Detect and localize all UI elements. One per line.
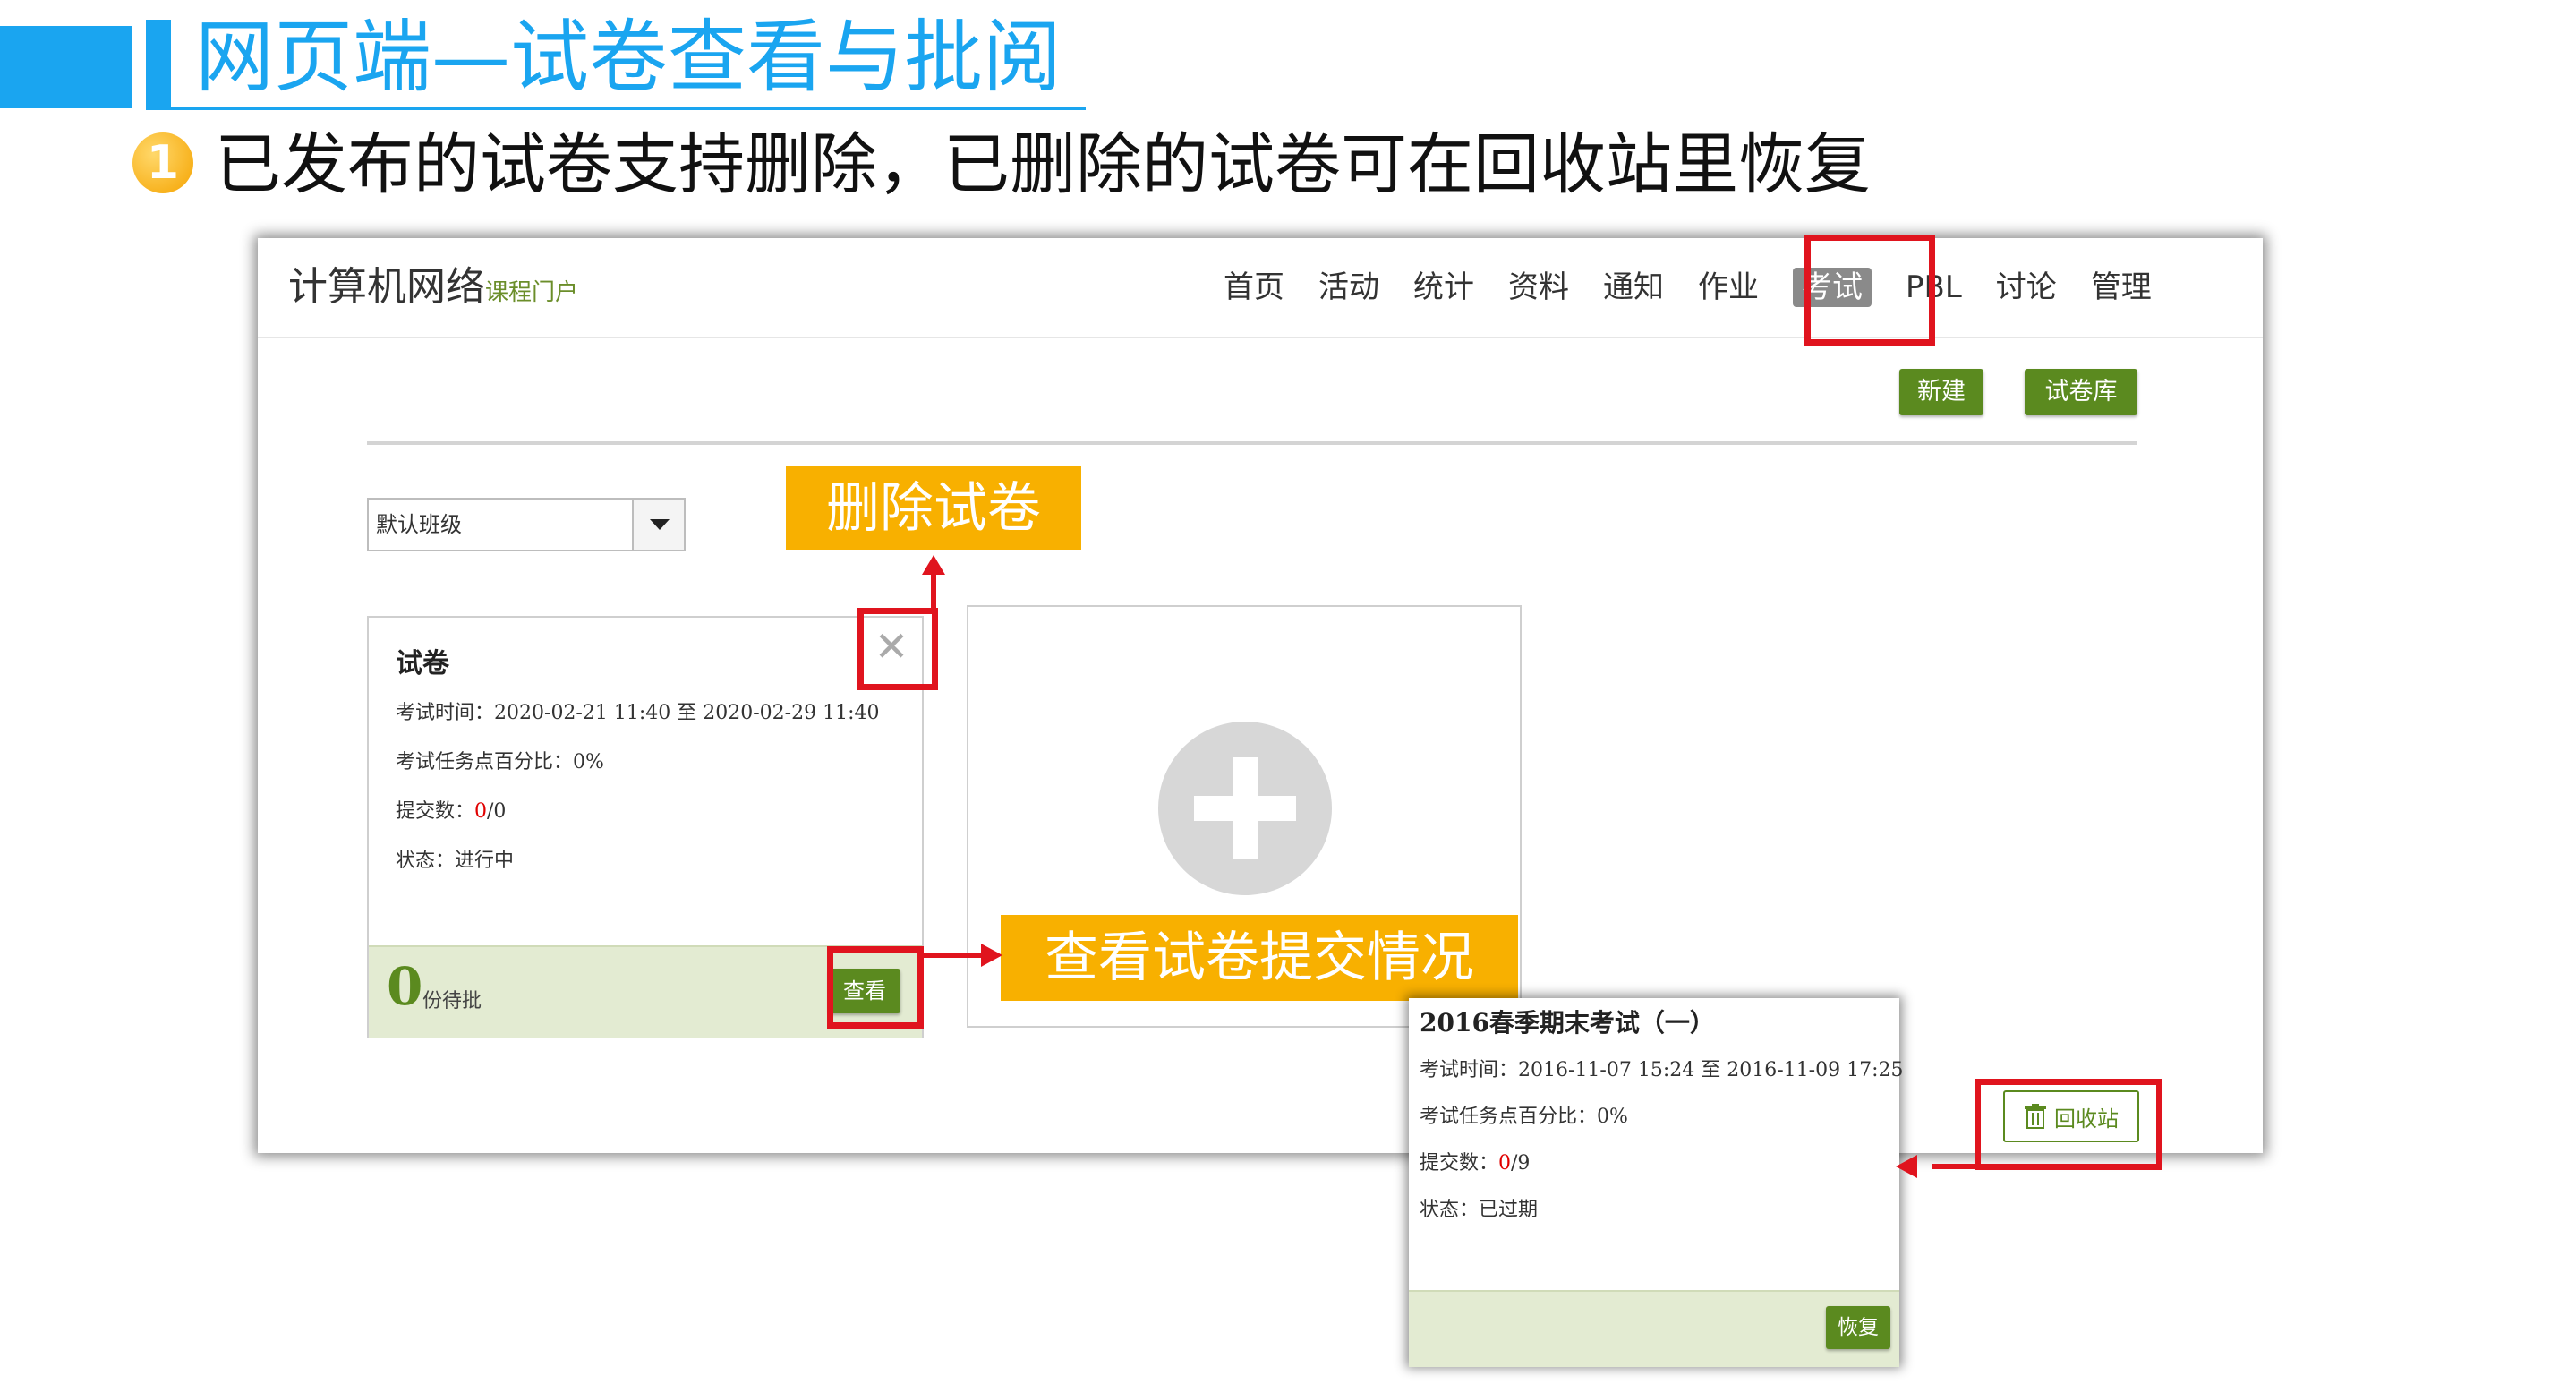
nav-home[interactable]: 首页 xyxy=(1207,256,1301,319)
deleted-exam-status: 状态：已过期 xyxy=(1420,1193,1538,1222)
nav-activity[interactable]: 活动 xyxy=(1301,256,1396,319)
header-accent-bar xyxy=(0,26,132,108)
deleted-time-value: 2016-11-07 15:24 至 2016-11-09 17:25 xyxy=(1518,1059,1904,1081)
highlight-recycle-button xyxy=(1975,1079,2162,1170)
recycle-arrow-head xyxy=(1896,1155,1917,1178)
top-nav: 首页 活动 统计 资料 通知 作业 考试 PBL 讨论 管理 xyxy=(1207,256,2169,319)
restore-button[interactable]: 恢复 xyxy=(1826,1306,1890,1349)
new-exam-button[interactable]: 新建 xyxy=(1899,369,1983,415)
delete-callout: 删除试卷 xyxy=(786,466,1081,550)
bullet-text: 已发布的试卷支持删除，已删除的试卷可在回收站里恢复 xyxy=(215,126,1871,203)
exam-submit-label: 提交数： xyxy=(396,800,475,823)
deleted-exam-time: 考试时间：2016-11-07 15:24 至 2016-11-09 17:25 xyxy=(1420,1054,1903,1082)
exam-percent-value: 0% xyxy=(573,751,604,773)
exam-library-button[interactable]: 试卷库 xyxy=(2025,369,2137,415)
nav-notices[interactable]: 通知 xyxy=(1586,256,1681,319)
nav-discussion[interactable]: 讨论 xyxy=(1979,256,2074,319)
delete-arrow-head xyxy=(922,555,945,575)
bullet-number-icon: 1 xyxy=(132,132,193,193)
plus-icon[interactable] xyxy=(1158,722,1332,895)
logo-title: 计算机网络 xyxy=(288,264,485,310)
chevron-down-icon[interactable] xyxy=(632,500,684,550)
deleted-exam-title: 2016春季期末考试（一） xyxy=(1420,1008,1715,1038)
exam-task-percent: 考试任务点百分比：0% xyxy=(396,746,604,774)
highlight-delete-button xyxy=(857,608,938,690)
deleted-exam-percent: 考试任务点百分比：0% xyxy=(1420,1100,1628,1129)
deleted-status-value: 已过期 xyxy=(1479,1199,1539,1221)
content-divider xyxy=(367,441,2137,445)
plus-icon-bar-v xyxy=(1233,757,1258,859)
deleted-exam-submit: 提交数：0/9 xyxy=(1420,1147,1530,1175)
exam-percent-label: 考试任务点百分比： xyxy=(396,751,574,773)
course-logo[interactable]: 计算机网络课程门户 xyxy=(288,256,578,324)
deleted-time-label: 考试时间： xyxy=(1420,1059,1519,1081)
logo-subtitle: 课程门户 xyxy=(485,279,579,306)
class-select[interactable]: 默认班级 xyxy=(367,498,686,551)
view-arrow-line xyxy=(917,953,985,958)
exam-submit-count: 提交数：0/0 xyxy=(396,795,506,824)
deleted-card-footer: 恢复 xyxy=(1409,1290,1899,1367)
delete-arrow-line xyxy=(931,573,936,614)
deleted-status-label: 状态： xyxy=(1420,1199,1480,1221)
exam-title: 试卷 xyxy=(396,648,449,679)
highlight-exam-tab xyxy=(1804,235,1935,346)
view-callout: 查看试卷提交情况 xyxy=(1001,915,1518,1001)
view-arrow-head xyxy=(981,944,1002,967)
nav-materials[interactable]: 资料 xyxy=(1491,256,1586,319)
pending-count: 0 xyxy=(387,956,423,1017)
recycle-arrow-line xyxy=(1932,1164,1980,1169)
nav-stats[interactable]: 统计 xyxy=(1396,256,1491,319)
exam-submit-total: /0 xyxy=(487,800,507,823)
exam-status-value: 进行中 xyxy=(455,850,515,872)
header-accent-stripe xyxy=(146,20,171,109)
nav-homework[interactable]: 作业 xyxy=(1681,256,1776,319)
deleted-percent-label: 考试任务点百分比： xyxy=(1420,1106,1598,1128)
course-portal-screenshot: 计算机网络课程门户 首页 活动 统计 资料 通知 作业 考试 PBL 讨论 管理… xyxy=(258,238,2263,1153)
exam-time-value: 2020-02-21 11:40 至 2020-02-29 11:40 xyxy=(494,702,880,724)
class-select-value: 默认班级 xyxy=(376,512,462,537)
deleted-submit-total: /9 xyxy=(1511,1152,1531,1175)
deleted-submit-label: 提交数： xyxy=(1420,1152,1499,1175)
exam-status-label: 状态： xyxy=(396,850,456,872)
exam-status: 状态：进行中 xyxy=(396,844,514,873)
deleted-percent-value: 0% xyxy=(1597,1106,1628,1128)
nav-manage[interactable]: 管理 xyxy=(2074,256,2169,319)
exam-time-label: 考试时间： xyxy=(396,702,495,724)
pending-label: 份待批 xyxy=(422,990,482,1012)
deleted-submit-done: 0 xyxy=(1498,1152,1512,1175)
slide-title: 网页端—试卷查看与批阅 xyxy=(195,11,1062,103)
deleted-exam-card[interactable]: 2016春季期末考试（一） 考试时间：2016-11-07 15:24 至 20… xyxy=(1409,998,1903,1367)
title-underline xyxy=(146,107,1086,110)
exam-time: 考试时间：2020-02-21 11:40 至 2020-02-29 11:40 xyxy=(396,696,879,725)
exam-submit-done: 0 xyxy=(474,800,488,823)
nav-divider xyxy=(258,337,2263,338)
highlight-view-button xyxy=(827,946,924,1029)
